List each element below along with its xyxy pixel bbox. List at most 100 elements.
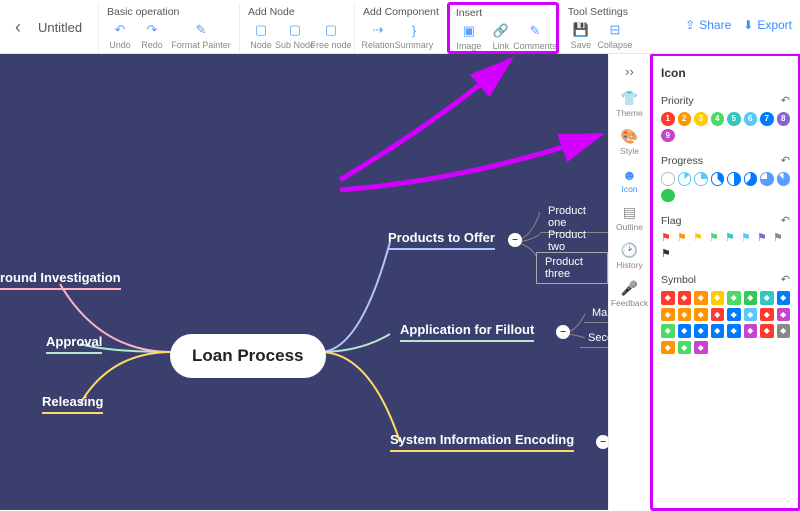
group-toolset: Tool Settings 💾Save ⊟Collapse bbox=[559, 4, 638, 52]
symbol-15[interactable]: ◆ bbox=[777, 308, 791, 322]
flag-5[interactable]: ⚑ bbox=[741, 232, 754, 245]
save-button[interactable]: 💾Save bbox=[566, 21, 596, 50]
feedback-tab[interactable]: 🎤Feedback bbox=[612, 275, 648, 313]
flag-8[interactable]: ⚑ bbox=[661, 248, 674, 261]
doc-title[interactable]: Untitled bbox=[28, 4, 98, 35]
symbol-24[interactable]: ◆ bbox=[661, 341, 675, 355]
format-painter-button[interactable]: ✎Format Painter bbox=[169, 21, 233, 50]
history-tab[interactable]: 🕑History bbox=[612, 237, 648, 275]
priority-9[interactable]: 9 bbox=[661, 129, 675, 143]
symbol-11[interactable]: ◆ bbox=[711, 308, 725, 322]
reset-progress[interactable]: ↶ bbox=[781, 154, 790, 167]
collapse-dot[interactable]: – bbox=[556, 325, 570, 339]
progress-1[interactable] bbox=[678, 172, 692, 186]
symbol-26[interactable]: ◆ bbox=[694, 341, 708, 355]
progress-7[interactable] bbox=[777, 172, 791, 186]
branch-right-0[interactable]: Products to Offer bbox=[388, 230, 495, 250]
icon-tab[interactable]: ☻Icon bbox=[612, 161, 648, 199]
symbol-22[interactable]: ◆ bbox=[760, 324, 774, 338]
progress-5[interactable] bbox=[744, 172, 758, 186]
flag-3[interactable]: ⚑ bbox=[709, 232, 722, 245]
progress-3[interactable] bbox=[711, 172, 725, 186]
symbol-2[interactable]: ◆ bbox=[694, 291, 708, 305]
flag-6[interactable]: ⚑ bbox=[757, 232, 770, 245]
symbol-7[interactable]: ◆ bbox=[777, 291, 791, 305]
style-tab[interactable]: 🎨Style bbox=[612, 123, 648, 161]
reset-flag[interactable]: ↶ bbox=[781, 214, 790, 227]
priority-7[interactable]: 7 bbox=[760, 112, 774, 126]
flag-4[interactable]: ⚑ bbox=[725, 232, 738, 245]
leaf[interactable]: Main bbox=[584, 304, 608, 323]
redo-button[interactable]: ↷Redo bbox=[137, 21, 167, 50]
collapse-dot[interactable]: – bbox=[508, 233, 522, 247]
back-button[interactable]: ‹ bbox=[8, 4, 28, 50]
priority-3[interactable]: 3 bbox=[694, 112, 708, 126]
flag-2[interactable]: ⚑ bbox=[693, 232, 706, 245]
flag-7[interactable]: ⚑ bbox=[773, 232, 786, 245]
branch-right-1[interactable]: Application for Fillout bbox=[400, 322, 534, 342]
symbol-25[interactable]: ◆ bbox=[678, 341, 692, 355]
symbol-4[interactable]: ◆ bbox=[727, 291, 741, 305]
symbol-10[interactable]: ◆ bbox=[694, 308, 708, 322]
symbol-1[interactable]: ◆ bbox=[678, 291, 692, 305]
branch-left-2[interactable]: Releasing bbox=[42, 394, 103, 414]
reset-symbol[interactable]: ↶ bbox=[781, 273, 790, 286]
priority-6[interactable]: 6 bbox=[744, 112, 758, 126]
leaf-selected[interactable]: Product three bbox=[536, 252, 608, 284]
collapse-panel-button[interactable]: ›› bbox=[625, 58, 634, 85]
undo-button[interactable]: ↶Undo bbox=[105, 21, 135, 50]
leaf[interactable]: Secondary bbox=[580, 329, 608, 348]
progress-4[interactable] bbox=[727, 172, 741, 186]
progress-6[interactable] bbox=[760, 172, 774, 186]
link-button[interactable]: 🔗Link bbox=[486, 22, 516, 51]
symbol-13[interactable]: ◆ bbox=[744, 308, 758, 322]
freenode-button[interactable]: ▢Free node bbox=[314, 21, 348, 50]
outline-tab[interactable]: ▤Outline bbox=[612, 199, 648, 237]
symbol-0[interactable]: ◆ bbox=[661, 291, 675, 305]
collapse-dot[interactable]: – bbox=[596, 435, 608, 449]
symbol-17[interactable]: ◆ bbox=[678, 324, 692, 338]
priority-1[interactable]: 1 bbox=[661, 112, 675, 126]
symbol-8[interactable]: ◆ bbox=[661, 308, 675, 322]
symbol-12[interactable]: ◆ bbox=[727, 308, 741, 322]
progress-0[interactable] bbox=[661, 172, 675, 186]
progress-8[interactable] bbox=[661, 189, 675, 203]
symbol-18[interactable]: ◆ bbox=[694, 324, 708, 338]
share-button[interactable]: ⇪Share bbox=[685, 18, 731, 32]
symbol-16[interactable]: ◆ bbox=[661, 324, 675, 338]
symbol-6[interactable]: ◆ bbox=[760, 291, 774, 305]
relation-button[interactable]: ⇢Relation bbox=[361, 21, 395, 50]
symbol-9[interactable]: ◆ bbox=[678, 308, 692, 322]
priority-4[interactable]: 4 bbox=[711, 112, 725, 126]
symbol-5[interactable]: ◆ bbox=[744, 291, 758, 305]
flag-0[interactable]: ⚑ bbox=[661, 232, 674, 245]
symbol-19[interactable]: ◆ bbox=[711, 324, 725, 338]
flag-1[interactable]: ⚑ bbox=[677, 232, 690, 245]
branch-left-1[interactable]: Approval bbox=[46, 334, 102, 354]
summary-button[interactable]: }Summary bbox=[397, 21, 431, 50]
branch-left-0[interactable]: round Investigation bbox=[0, 270, 121, 290]
comments-button[interactable]: ✎Comments bbox=[518, 22, 552, 51]
symbol-21[interactable]: ◆ bbox=[744, 324, 758, 338]
theme-tab[interactable]: 👕Theme bbox=[612, 85, 648, 123]
node-button[interactable]: ▢Node bbox=[246, 21, 276, 50]
toolbar: ‹ Untitled Basic operation ↶Undo ↷Redo ✎… bbox=[0, 0, 800, 54]
subnode-button[interactable]: ▢Sub Node bbox=[278, 21, 312, 50]
group-insert: Insert ▣Image 🔗Link ✎Comments bbox=[447, 2, 559, 54]
priority-8[interactable]: 8 bbox=[777, 112, 791, 126]
center-node[interactable]: Loan Process bbox=[170, 334, 326, 378]
priority-5[interactable]: 5 bbox=[727, 112, 741, 126]
progress-2[interactable] bbox=[694, 172, 708, 186]
symbol-14[interactable]: ◆ bbox=[760, 308, 774, 322]
symbol-3[interactable]: ◆ bbox=[711, 291, 725, 305]
symbol-23[interactable]: ◆ bbox=[777, 324, 791, 338]
priority-2[interactable]: 2 bbox=[678, 112, 692, 126]
collapse-button[interactable]: ⊟Collapse bbox=[598, 21, 632, 50]
mindmap-canvas[interactable]: Loan Process round Investigation Approva… bbox=[0, 54, 608, 510]
icon-panel: Icon Priority↶ 123456789 Progress↶ Flag↶… bbox=[650, 53, 800, 511]
image-button[interactable]: ▣Image bbox=[454, 22, 484, 51]
symbol-20[interactable]: ◆ bbox=[727, 324, 741, 338]
export-button[interactable]: ⬇Export bbox=[743, 18, 792, 32]
reset-priority[interactable]: ↶ bbox=[781, 94, 790, 107]
branch-right-2[interactable]: System Information Encoding bbox=[390, 432, 574, 452]
